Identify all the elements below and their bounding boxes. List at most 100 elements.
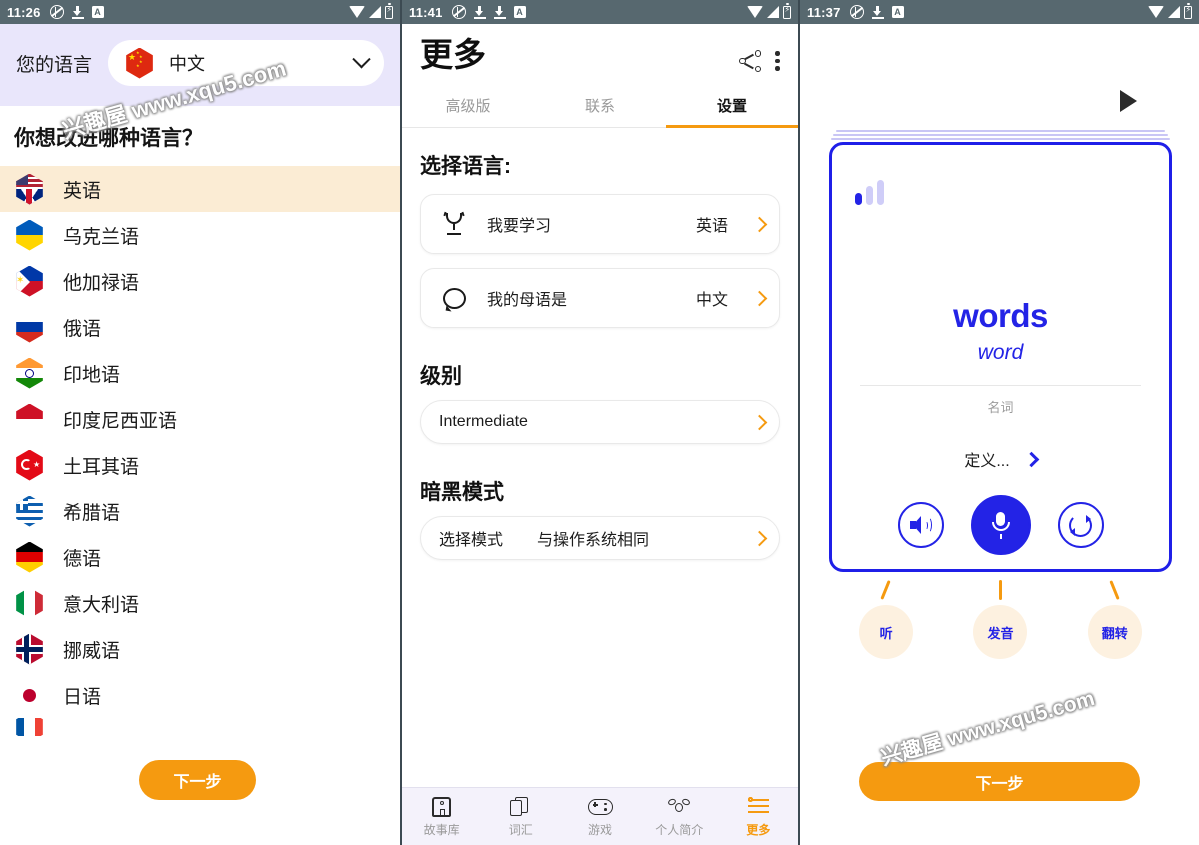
flag-tr-icon: ★ xyxy=(16,449,43,481)
list-item-label: 土耳其语 xyxy=(63,456,140,478)
page-title: 更多 xyxy=(420,36,486,73)
flag-jp-icon xyxy=(16,679,43,711)
tab-contact[interactable]: 联系 xyxy=(534,85,666,127)
hint-listen[interactable]: 听 xyxy=(859,580,914,659)
list-item[interactable]: 印地语 xyxy=(0,350,400,396)
list-item-label: 日语 xyxy=(63,686,102,708)
nav-item-label: 词汇 xyxy=(508,823,533,837)
refresh-flip-icon xyxy=(1069,513,1092,537)
flip-button[interactable] xyxy=(1057,502,1104,548)
status-left-icons: A xyxy=(849,5,904,19)
microphone-button[interactable] xyxy=(970,495,1031,555)
nav-item-label: 更多 xyxy=(746,823,771,837)
list-item[interactable]: ✶ 他加禄语 xyxy=(0,258,400,304)
tab-bar: 高级版 联系 设置 xyxy=(402,85,798,129)
story-library-icon xyxy=(432,795,452,818)
list-item[interactable]: 乌克兰语 xyxy=(0,212,400,258)
app-bar: 更多 xyxy=(402,24,798,75)
hint-label: 听 xyxy=(859,605,914,659)
row-level[interactable]: Intermediate xyxy=(420,400,780,445)
hint-flip[interactable]: 翻转 xyxy=(1087,580,1142,659)
wifi-icon xyxy=(747,6,763,18)
list-item[interactable]: 德语 xyxy=(0,534,400,580)
list-item[interactable]: 印度尼西亚语 xyxy=(0,396,400,442)
row-label: 选择模式 xyxy=(439,532,504,550)
row-i-want-to-learn[interactable]: 我要学习 英语 xyxy=(420,194,780,255)
profile-bee-icon xyxy=(667,795,692,818)
list-item[interactable]: 英语 xyxy=(0,166,400,212)
your-language-header: 您的语言 ★ ★ ★ ★ ★ 中文 xyxy=(0,24,400,106)
battery-icon xyxy=(385,3,393,19)
status-right-icons xyxy=(349,3,393,19)
chevron-right-icon[interactable] xyxy=(751,414,768,431)
nav-item-label: 游戏 xyxy=(588,823,613,837)
list-item-label: 他加禄语 xyxy=(63,272,140,294)
list-item[interactable]: 挪威语 xyxy=(0,626,400,672)
app-bar-actions xyxy=(739,34,780,72)
panel-language-picker: 11:26 A 您的语言 ★ ★ ★ ★ xyxy=(0,0,400,845)
chevron-right-icon[interactable] xyxy=(751,290,768,307)
dark-mode-heading: 暗黑模式 xyxy=(420,481,504,505)
nav-item-more[interactable]: 更多 xyxy=(719,795,798,838)
status-right-icons xyxy=(1148,3,1192,19)
chevron-right-icon[interactable] xyxy=(1023,451,1039,467)
list-item[interactable]: 俄语 xyxy=(0,304,400,350)
row-label: 我要学习 xyxy=(487,218,552,236)
flag-id-icon xyxy=(16,403,43,435)
microphone-icon xyxy=(989,511,1013,539)
status-left-icons: A xyxy=(451,5,526,19)
list-item[interactable]: 日语 xyxy=(0,672,400,718)
next-button[interactable]: 下一步 xyxy=(859,762,1140,801)
list-item-label: 希腊语 xyxy=(63,502,121,524)
nav-item-vocabulary[interactable]: 词汇 xyxy=(481,795,560,838)
row-value: 与操作系统相同 xyxy=(537,532,650,550)
vocabulary-cards-icon xyxy=(510,795,531,818)
list-item[interactable]: 希腊语 xyxy=(0,488,400,534)
flag-in-icon xyxy=(16,357,43,389)
nav-item-label: 故事库 xyxy=(423,823,460,837)
app-badge-icon: A xyxy=(513,6,526,18)
language-select[interactable]: ★ ★ ★ ★ ★ 中文 xyxy=(108,40,384,86)
list-item[interactable]: 意大利语 xyxy=(0,580,400,626)
list-item[interactable] xyxy=(0,718,400,736)
sliders-icon xyxy=(747,795,769,818)
row-my-native-language[interactable]: 我的母语是 中文 xyxy=(420,268,780,329)
battery-icon xyxy=(783,3,791,19)
wifi-icon xyxy=(349,6,365,18)
your-language-label: 您的语言 xyxy=(16,54,93,76)
hint-pronounce[interactable]: 发音 xyxy=(973,580,1028,659)
divider xyxy=(860,385,1141,387)
chevron-down-icon[interactable] xyxy=(352,49,371,68)
row-dark-mode[interactable]: 选择模式 与操作系统相同 xyxy=(420,516,780,561)
flag-ua-icon xyxy=(16,219,43,251)
mute-icon xyxy=(451,5,466,19)
status-left-icons: A xyxy=(49,5,104,19)
flag-it-icon xyxy=(16,587,43,619)
flashcard[interactable]: words word 名词 定义... xyxy=(829,142,1172,572)
flag-uk-us-icon xyxy=(16,173,43,205)
speaker-button[interactable] xyxy=(897,502,944,548)
speech-bubble-icon xyxy=(439,287,469,309)
list-item-label: 意大利语 xyxy=(63,594,140,616)
tab-premium[interactable]: 高级版 xyxy=(402,85,534,127)
nav-item-stories[interactable]: 故事库 xyxy=(402,795,481,838)
nav-item-games[interactable]: 游戏 xyxy=(560,795,639,838)
chevron-right-icon[interactable] xyxy=(751,530,768,547)
status-right-icons xyxy=(747,3,791,19)
row-value: 英语 xyxy=(695,218,728,236)
status-bar: 11:26 A xyxy=(0,0,400,24)
language-list: 英语 乌克兰语 ✶ 他加禄语 俄语 印地语 印度尼西亚语 ★ 土耳其语 希腊语 … xyxy=(0,166,400,736)
flag-no-icon xyxy=(16,633,43,665)
next-button[interactable]: 下一步 xyxy=(139,760,256,800)
play-icon[interactable] xyxy=(1120,90,1137,112)
share-icon[interactable] xyxy=(739,50,761,72)
nav-item-profile[interactable]: 个人简介 xyxy=(640,795,719,838)
chevron-right-icon[interactable] xyxy=(751,216,768,233)
download-icon xyxy=(493,5,506,19)
bottom-navigation: 故事库 词汇 游戏 个人简介 更多 xyxy=(402,787,798,845)
list-item[interactable]: ★ 土耳其语 xyxy=(0,442,400,488)
tab-settings[interactable]: 设置 xyxy=(666,85,798,129)
overflow-menu-icon[interactable] xyxy=(775,51,780,71)
definition-link[interactable]: 定义... xyxy=(832,447,1169,471)
status-time: 11:41 xyxy=(409,4,443,20)
